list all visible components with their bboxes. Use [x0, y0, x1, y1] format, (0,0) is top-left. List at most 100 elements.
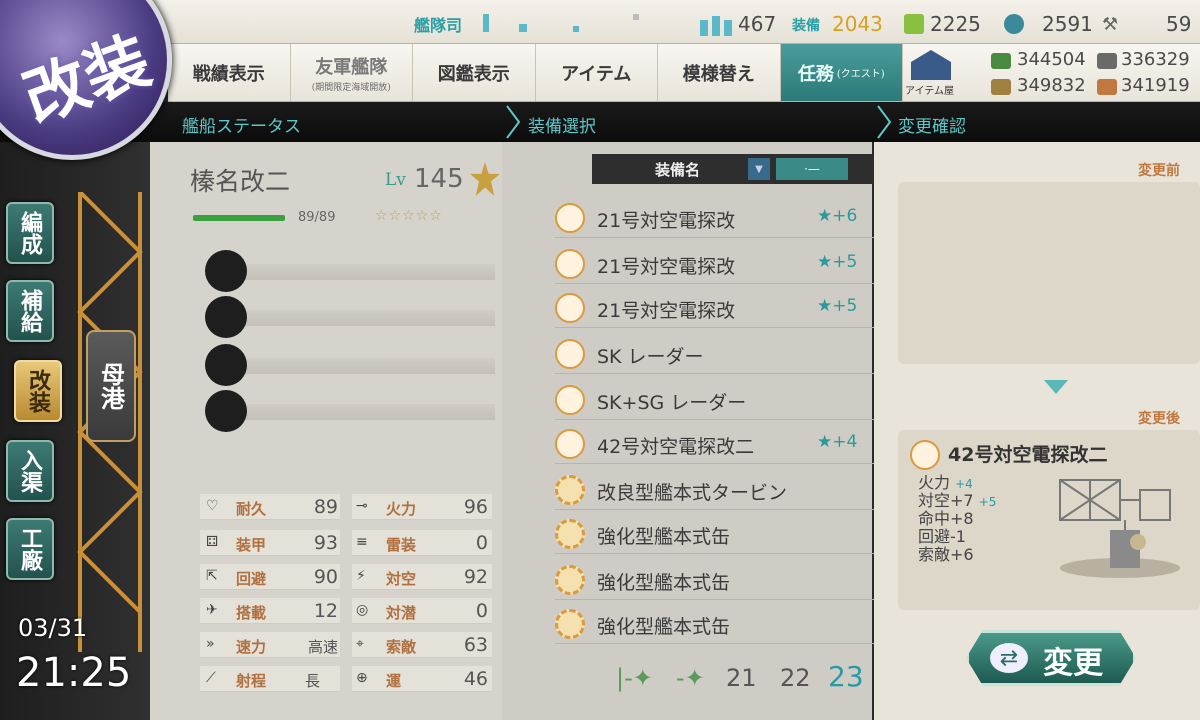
bauxite-icon: [1097, 79, 1117, 95]
after-stat-text: 対空+7: [918, 491, 974, 510]
equip-slot-3[interactable]: [205, 344, 495, 386]
slot-bar: [235, 310, 495, 326]
after-stat: 回避-1: [918, 528, 966, 546]
equip-item-name: 21号対空電探改: [597, 300, 736, 322]
bauxite-count: 341919: [1121, 75, 1190, 96]
menu-record[interactable]: 戦績表示: [168, 44, 291, 101]
rarity-stars: ☆☆☆☆☆: [375, 208, 443, 224]
main-menu-bar: 戦績表示 友軍艦隊 (期間限定海域開放) 図鑑表示 アイテム 模様替え 任務 (クエ…: [168, 44, 903, 102]
dev-material-icon: [1004, 14, 1024, 34]
nav-arsenal-button[interactable]: 工廠: [6, 518, 54, 580]
equip-item[interactable]: 強化型艦本式缶: [555, 558, 875, 600]
dash-icon: ·—: [804, 162, 820, 176]
equip-slot-2[interactable]: [205, 296, 495, 338]
arrow-icon: [877, 105, 892, 139]
menu-friend-fleet[interactable]: 友軍艦隊 (期間限定海域開放): [291, 44, 413, 101]
nav-dock-button[interactable]: 入渠: [6, 440, 54, 502]
equip-label: 装備: [792, 18, 820, 34]
after-equip-name: 42号対空電探改二: [948, 444, 1108, 466]
los-icon: ⌖: [356, 636, 364, 652]
armor-icon: ⚃: [206, 534, 219, 550]
radar-equipment-art: [1059, 479, 1180, 578]
swap-icon: ⇄: [990, 643, 1028, 673]
before-label: 変更前: [1138, 163, 1180, 179]
equip-item[interactable]: 強化型艦本式缶: [555, 602, 875, 644]
page-number-current[interactable]: 23: [828, 660, 864, 693]
equip-item[interactable]: SK+SG レーダー: [555, 378, 875, 420]
hp-text: 89/89: [298, 210, 336, 225]
equip-item-name: 42号対空電探改二: [597, 436, 755, 458]
stat-value-aircraft: 12: [313, 600, 338, 622]
sort-dropdown-button[interactable]: ▼: [748, 158, 770, 180]
fuel-count: 344504: [1017, 49, 1086, 70]
equip-item-name: 強化型艦本式缶: [597, 526, 731, 548]
port-button[interactable]: 母港: [86, 330, 136, 442]
clock-display: 21:25: [16, 650, 132, 696]
ship-count: 467: [738, 12, 777, 36]
equip-item[interactable]: SK レーダー: [555, 332, 875, 374]
item-shop-label: アイテム屋: [905, 86, 954, 97]
stat-label-range: 射程: [236, 672, 267, 690]
equip-slot-1[interactable]: [205, 250, 495, 292]
radar-icon: [555, 339, 585, 369]
stat-label-los: 索敵: [386, 638, 417, 656]
date-display: 03/31: [18, 614, 88, 642]
equip-select-header: 装備選択: [528, 117, 596, 137]
depth-charge-icon: ◎: [356, 602, 369, 618]
first-page-icon[interactable]: |-✦: [616, 664, 653, 692]
equip-item[interactable]: 改良型艦本式タービン: [555, 468, 875, 510]
nav-remodel-button[interactable]: 改装: [14, 360, 62, 422]
after-stat-text: 索敵+6: [918, 545, 974, 564]
equip-item-name: SK レーダー: [597, 346, 704, 368]
equip-item[interactable]: 21号対空電探改 ★+5: [555, 242, 875, 284]
equip-item-name: 強化型艦本式缶: [597, 572, 731, 594]
arrow-icon: [506, 105, 521, 139]
bucket-count: 2225: [930, 12, 981, 36]
steel-icon: [1097, 53, 1117, 69]
lifebuoy-icon: ⊕: [356, 670, 368, 686]
equip-slot-4[interactable]: [205, 390, 495, 432]
ship-name: 榛名改二: [190, 167, 291, 196]
steel-count: 336329: [1121, 49, 1190, 70]
nav-organize-button[interactable]: 編成: [6, 202, 54, 264]
equip-item[interactable]: 強化型艦本式缶: [555, 512, 875, 554]
slot-bar: [235, 358, 495, 374]
sort-type-button[interactable]: ·—: [776, 158, 848, 180]
before-equip-box: [898, 182, 1200, 364]
item-shop-button[interactable]: アイテム屋: [903, 44, 983, 102]
equip-item[interactable]: 21号対空電探改 ★+6: [555, 196, 875, 238]
hammer-icon: ⚒: [1102, 14, 1119, 35]
change-button-label: 変更: [1043, 646, 1103, 681]
chevron-down-icon: ▼: [755, 163, 763, 175]
stat-value-los: 63: [463, 634, 488, 656]
stat-value-speed: 高速: [307, 638, 338, 656]
menu-furniture[interactable]: 模様替え: [658, 44, 781, 101]
radar-icon: [555, 249, 585, 279]
nav-supply-button[interactable]: 補給: [6, 280, 54, 342]
prev-page-icon[interactable]: -✦: [676, 664, 705, 692]
stat-label-torpedo: 雷装: [386, 536, 417, 554]
after-stat-bonus: +5: [978, 495, 997, 509]
evasion-icon: ⇱: [206, 568, 218, 584]
plane-icon: ✈: [206, 602, 218, 618]
improvement-level: ★+5: [817, 252, 858, 272]
dev-material-count: 2591: [1042, 12, 1093, 36]
page-number[interactable]: 22: [780, 664, 811, 692]
menu-album[interactable]: 図鑑表示: [413, 44, 536, 101]
equip-item[interactable]: 42号対空電探改二 ★+4: [555, 422, 875, 464]
stat-value-firepower: 96: [463, 496, 488, 518]
stat-label-antiair: 対空: [386, 570, 417, 588]
level-label: Lv: [385, 170, 406, 190]
menu-quest[interactable]: 任務 (クエスト): [780, 44, 903, 101]
empty-slot-icon: [205, 250, 247, 292]
fleet-icon: [700, 16, 732, 36]
menu-record-label: 戦績表示: [192, 63, 265, 85]
equip-item[interactable]: 21号対空電探改 ★+5: [555, 286, 875, 328]
heart-icon: ♡: [206, 498, 219, 514]
menu-items-label: アイテム: [561, 63, 632, 85]
equip-item-name: SK+SG レーダー: [597, 392, 747, 414]
improve-material-count: 59: [1166, 12, 1192, 36]
page-number[interactable]: 21: [726, 664, 757, 692]
stat-value-luck: 46: [463, 668, 488, 690]
menu-items[interactable]: アイテム: [536, 44, 658, 101]
